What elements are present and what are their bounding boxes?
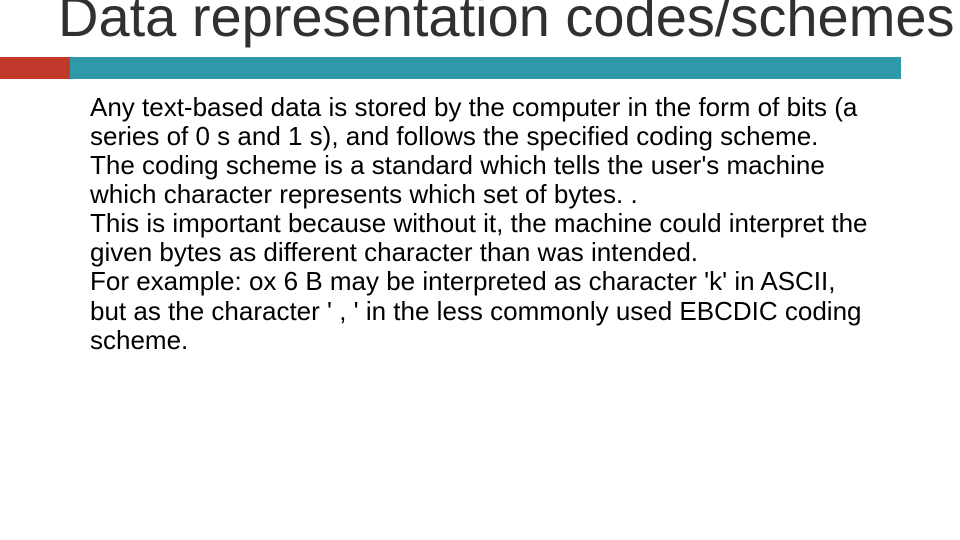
paragraph: The coding scheme is a standard which te… bbox=[90, 151, 870, 209]
divider-red-segment bbox=[0, 57, 70, 79]
paragraph: Any text-based data is stored by the com… bbox=[90, 93, 870, 151]
divider-bar bbox=[0, 57, 960, 79]
slide: Data representation codes/schemes Any te… bbox=[0, 0, 960, 528]
body-text: Any text-based data is stored by the com… bbox=[0, 79, 960, 355]
paragraph: For example: ox 6 B may be interpreted a… bbox=[90, 267, 870, 354]
title-block: Data representation codes/schemes bbox=[0, 0, 960, 47]
slide-title: Data representation codes/schemes bbox=[58, 0, 960, 47]
divider-teal-segment bbox=[70, 57, 901, 79]
paragraph: This is important because without it, th… bbox=[90, 209, 870, 267]
